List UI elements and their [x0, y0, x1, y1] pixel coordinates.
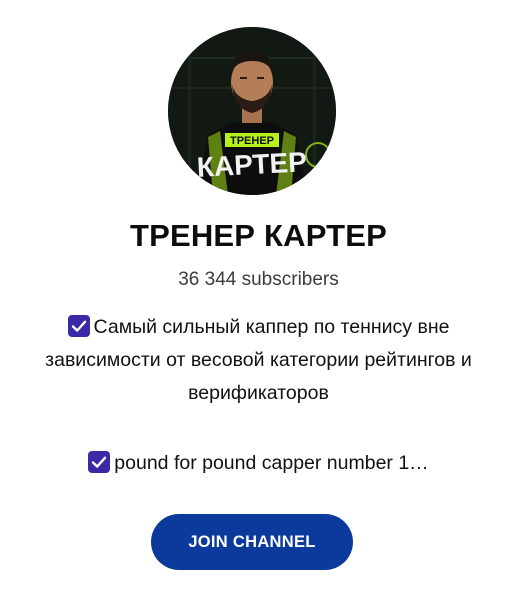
description-text-3: верификаторов: [188, 382, 329, 404]
description-text-1: Самый сильный каппер по теннису вне: [93, 316, 450, 338]
checkbox-icon: [88, 451, 111, 473]
channel-avatar[interactable]: ТРЕНЕР КАРТЕР: [168, 27, 336, 195]
description-line: Самый сильный каппер по теннису вне: [0, 311, 517, 344]
channel-title: ТРЕНЕР КАРТЕР: [129, 218, 388, 253]
channel-description: Самый сильный каппер по теннису вне зави…: [0, 311, 517, 410]
description-text-4: pound for pound capper number 1…: [114, 452, 429, 474]
avatar-badge-top: ТРЕНЕР: [230, 135, 274, 147]
avatar-badge-bottom: КАРТЕР: [196, 146, 308, 183]
join-channel-button[interactable]: JOIN CHANNEL: [151, 514, 353, 570]
subscriber-count: 36 344 subscribers: [178, 269, 339, 290]
avatar-photo: ТРЕНЕР КАРТЕР: [168, 27, 336, 195]
description-line-secondary: pound for pound capper number 1…: [0, 447, 517, 480]
channel-preview-card: ТРЕНЕР КАРТЕР ТРЕНЕР КАРТЕР 36 344 subsc…: [0, 0, 517, 602]
description-text-2: зависимости от весовой категории рейтинг…: [45, 349, 472, 371]
checkbox-icon: [67, 315, 90, 337]
